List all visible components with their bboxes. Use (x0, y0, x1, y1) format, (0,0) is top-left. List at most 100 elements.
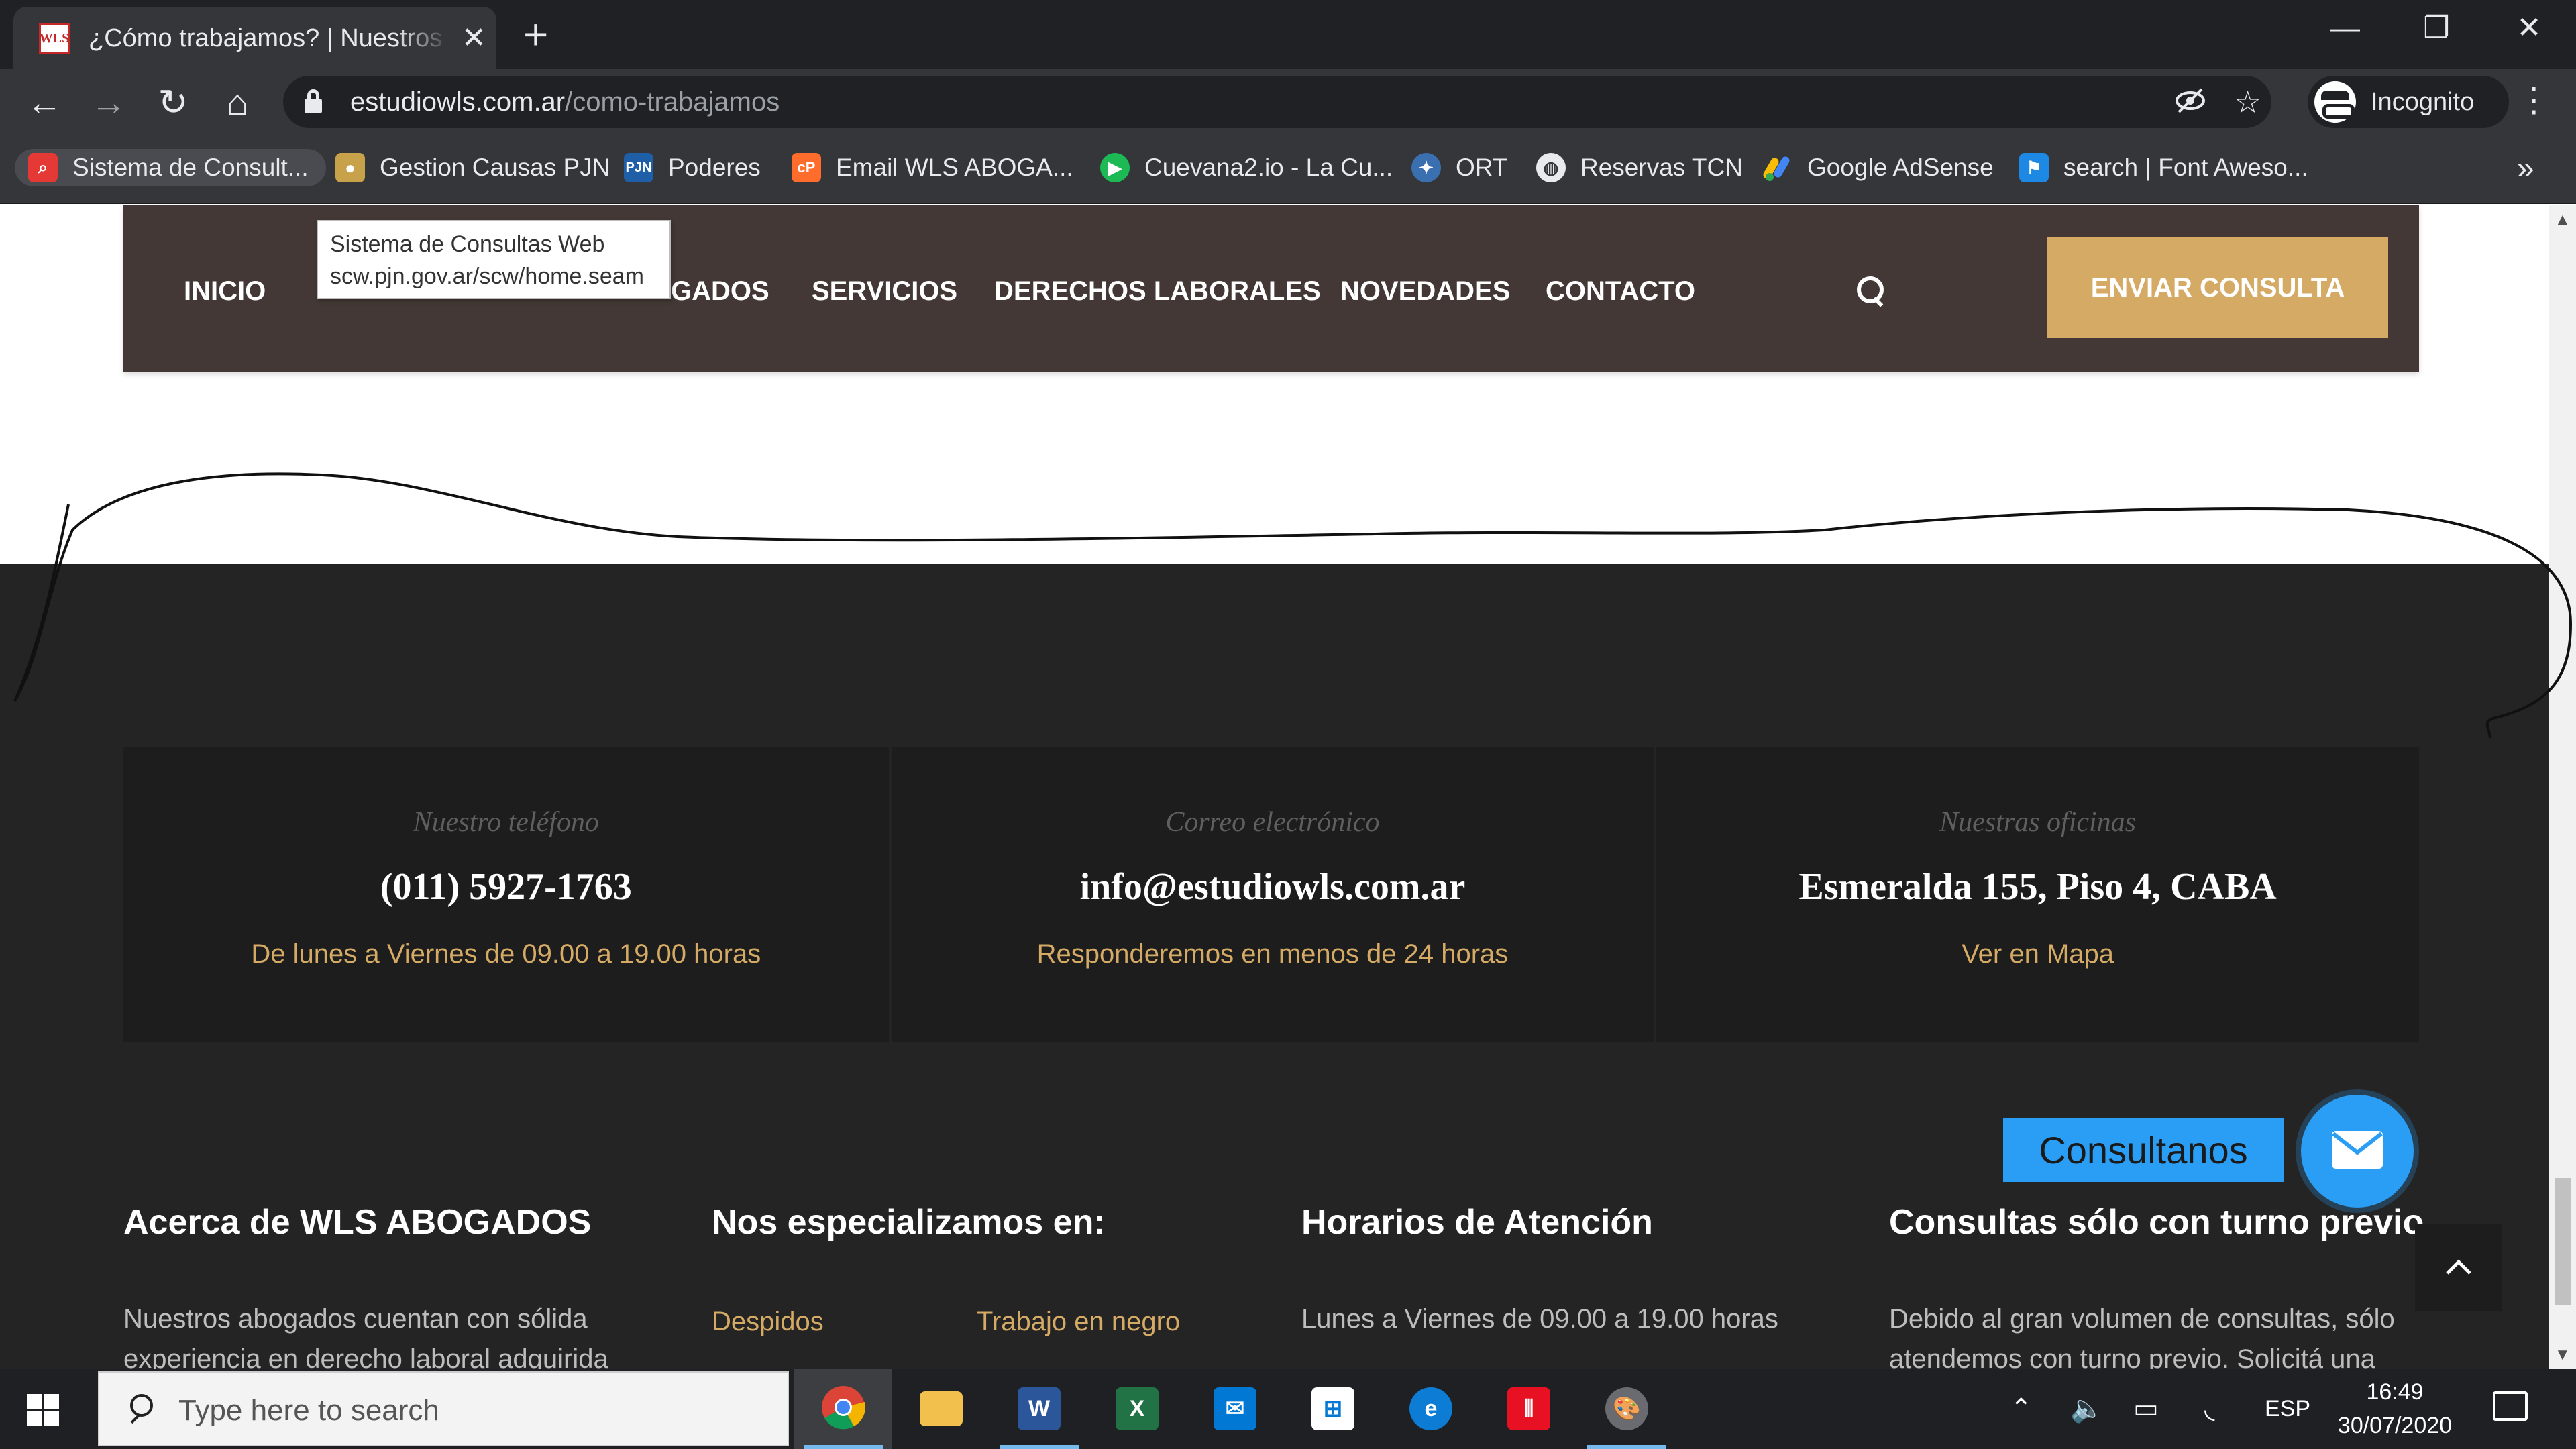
nav-novedades[interactable]: NOVEDADES (1340, 275, 1510, 307)
taskbar-word[interactable]: W (990, 1368, 1088, 1449)
clock-time: 16:49 (2366, 1379, 2424, 1405)
tab-strip: WLS ¿Cómo trabajamos? | Nuestros Cliente… (0, 0, 2576, 69)
contact-info-row: Nuestro teléfono (011) 5927-1763 De lune… (123, 747, 2419, 1042)
bookmark-label: Poderes (668, 154, 761, 181)
search-icon[interactable] (1857, 276, 1886, 306)
language-indicator[interactable]: ESP (2265, 1389, 2310, 1429)
mail-icon: ✉ (1214, 1387, 1256, 1430)
bookmark-font-awesome[interactable]: ⚑ search | Font Aweso... (2019, 149, 2308, 186)
bookmark-gestion-causas[interactable]: ● Gestion Causas PJN (335, 149, 610, 186)
hours-title: Horarios de Atención (1301, 1203, 1653, 1242)
tooltip-title: Sistema de Consultas Web (330, 231, 605, 257)
view-map-link[interactable]: Ver en Mapa (1656, 939, 2419, 969)
taskbar-store[interactable]: ⊞ (1284, 1368, 1382, 1449)
new-tab-icon[interactable]: + (523, 11, 548, 58)
reload-icon[interactable]: ↻ (152, 81, 195, 124)
clock-date: 30/07/2020 (2337, 1413, 2453, 1438)
url-domain: estudiowls.com.ar (350, 87, 566, 117)
bookmark-label: Google AdSense (1807, 154, 1994, 181)
email-address[interactable]: info@estudiowls.com.ar (892, 865, 1654, 908)
paint-palette-icon: 🎨 (1605, 1387, 1648, 1430)
link-despidos[interactable]: Despidos (712, 1307, 824, 1337)
lock-icon[interactable] (305, 89, 322, 113)
back-to-top-button[interactable] (2415, 1224, 2502, 1311)
nav-derechos-laborales[interactable]: DERECHOS LABORALES (994, 275, 1321, 307)
app-red-icon: ⦀ (1507, 1387, 1550, 1430)
about-text: Nuestros abogados cuentan con sólida exp… (123, 1304, 608, 1368)
scroll-up-arrow-icon[interactable]: ▲ (2555, 211, 2571, 229)
browser-menu-icon[interactable]: ⋮ (2517, 78, 2551, 121)
ort-globe-icon: ✦ (1411, 153, 1441, 182)
word-icon: W (1018, 1387, 1061, 1430)
flag-icon: ⚑ (2019, 153, 2049, 182)
site-footer: Nuestro teléfono (011) 5927-1763 De lune… (0, 564, 2549, 1368)
taskbar-paint[interactable]: 🎨 (1578, 1368, 1676, 1449)
nav-servicios[interactable]: SERVICIOS (812, 275, 957, 307)
taskbar-mail[interactable]: ✉ (1186, 1368, 1284, 1449)
windows-start-icon[interactable] (27, 1394, 59, 1426)
pjn-logo-icon: PJN (624, 153, 653, 182)
nav-inicio[interactable]: INICIO (184, 275, 266, 307)
link-trabajo-en-negro[interactable]: Trabajo en negro (977, 1307, 1180, 1337)
turno-text: Debido al gran volumen de consultas, sól… (1889, 1304, 2395, 1368)
bookmark-email-wls[interactable]: cP Email WLS ABOGA... (792, 149, 1073, 186)
taskbar-clock[interactable]: 16:49 30/07/2020 (2314, 1375, 2475, 1442)
scroll-down-arrow-icon[interactable]: ▼ (2555, 1346, 2571, 1364)
about-title: Acerca de WLS ABOGADOS (123, 1203, 592, 1242)
contact-email-box: Correo electrónico info@estudiowls.com.a… (888, 747, 1654, 1042)
page-scrollbar[interactable]: ▲ ▼ (2549, 205, 2576, 1368)
argentina-seal-icon: ● (335, 153, 365, 182)
bookmarks-bar: ⌕ Sistema de Consult... ● Gestion Causas… (0, 134, 2576, 204)
minimize-icon[interactable]: — (2318, 8, 2372, 48)
bookmark-google-adsense[interactable]: Google AdSense (1763, 149, 1994, 186)
cpanel-icon: cP (792, 153, 821, 182)
search-icon (123, 1394, 153, 1424)
bookmark-poderes[interactable]: PJN Poderes (624, 149, 761, 186)
site-favicon-icon: WLS (39, 23, 70, 54)
taskbar-search-box[interactable]: Type here to search (98, 1371, 789, 1446)
bookmark-sistema-consultas[interactable]: ⌕ Sistema de Consult... (15, 149, 326, 186)
bookmark-ort[interactable]: ✦ ORT (1411, 149, 1507, 186)
tab-title: ¿Cómo trabajamos? | Nuestros Clientes (89, 24, 451, 52)
consult-mail-button[interactable] (2301, 1095, 2414, 1208)
home-icon[interactable]: ⌂ (216, 81, 259, 124)
page-viewport: INICIO GADOS SERVICIOS DERECHOS LABORALE… (0, 205, 2549, 1368)
enviar-consulta-button[interactable]: ENVIAR CONSULTA (2047, 237, 2388, 338)
browser-tab[interactable]: WLS ¿Cómo trabajamos? | Nuestros Cliente… (13, 7, 496, 69)
wifi-icon[interactable]: ◟ (2204, 1389, 2215, 1429)
close-tab-icon[interactable]: ✕ (462, 21, 486, 55)
taskbar-file-explorer[interactable] (892, 1368, 990, 1449)
address-bar[interactable]: estudiowls.com.ar/como-trabajamos ☆ (283, 76, 2271, 128)
taskbar-search-placeholder: Type here to search (178, 1394, 439, 1427)
show-hidden-icons-chevron-icon[interactable]: ⌃ (2010, 1389, 2033, 1429)
bookmark-label: Sistema de Consult... (72, 154, 309, 181)
battery-icon[interactable]: ▭ (2133, 1389, 2159, 1429)
taskbar-excel[interactable]: X (1088, 1368, 1186, 1449)
restore-icon[interactable]: ❐ (2410, 8, 2463, 48)
tracking-blocked-eye-icon[interactable] (2174, 84, 2207, 125)
url-text[interactable]: estudiowls.com.ar/como-trabajamos (350, 85, 780, 119)
forward-icon[interactable]: → (87, 81, 130, 124)
scrollbar-thumb[interactable] (2555, 1178, 2571, 1305)
volume-icon[interactable]: 🔈 (2070, 1389, 2104, 1429)
nav-abogados[interactable]: GADOS (671, 275, 769, 307)
folder-icon (920, 1391, 963, 1426)
back-icon[interactable]: ← (23, 81, 66, 124)
active-indicator (804, 1445, 883, 1449)
consultanos-label[interactable]: Consultanos (2003, 1118, 2284, 1182)
phone-label: Nuestro teléfono (413, 807, 599, 838)
taskbar-edge[interactable]: e (1382, 1368, 1480, 1449)
bookmark-reservas-tcn[interactable]: ◍ Reservas TCN (1536, 149, 1743, 186)
nav-contacto[interactable]: CONTACTO (1546, 275, 1695, 307)
taskbar-app-red[interactable]: ⦀ (1480, 1368, 1578, 1449)
close-window-icon[interactable]: ✕ (2502, 8, 2556, 48)
bookmark-star-icon[interactable]: ☆ (2234, 84, 2261, 120)
pjn-search-icon: ⌕ (28, 153, 58, 182)
bookmark-cuevana[interactable]: ▶ Cuevana2.io - La Cu... (1100, 149, 1393, 186)
incognito-profile-button[interactable]: Incognito (2308, 76, 2509, 128)
more-bookmarks-icon[interactable]: » (2517, 149, 2534, 186)
taskbar-chrome[interactable] (794, 1368, 892, 1449)
play-icon: ▶ (1100, 153, 1130, 182)
notifications-icon[interactable] (2493, 1391, 2528, 1421)
phone-number[interactable]: (011) 5927-1763 (123, 865, 889, 908)
